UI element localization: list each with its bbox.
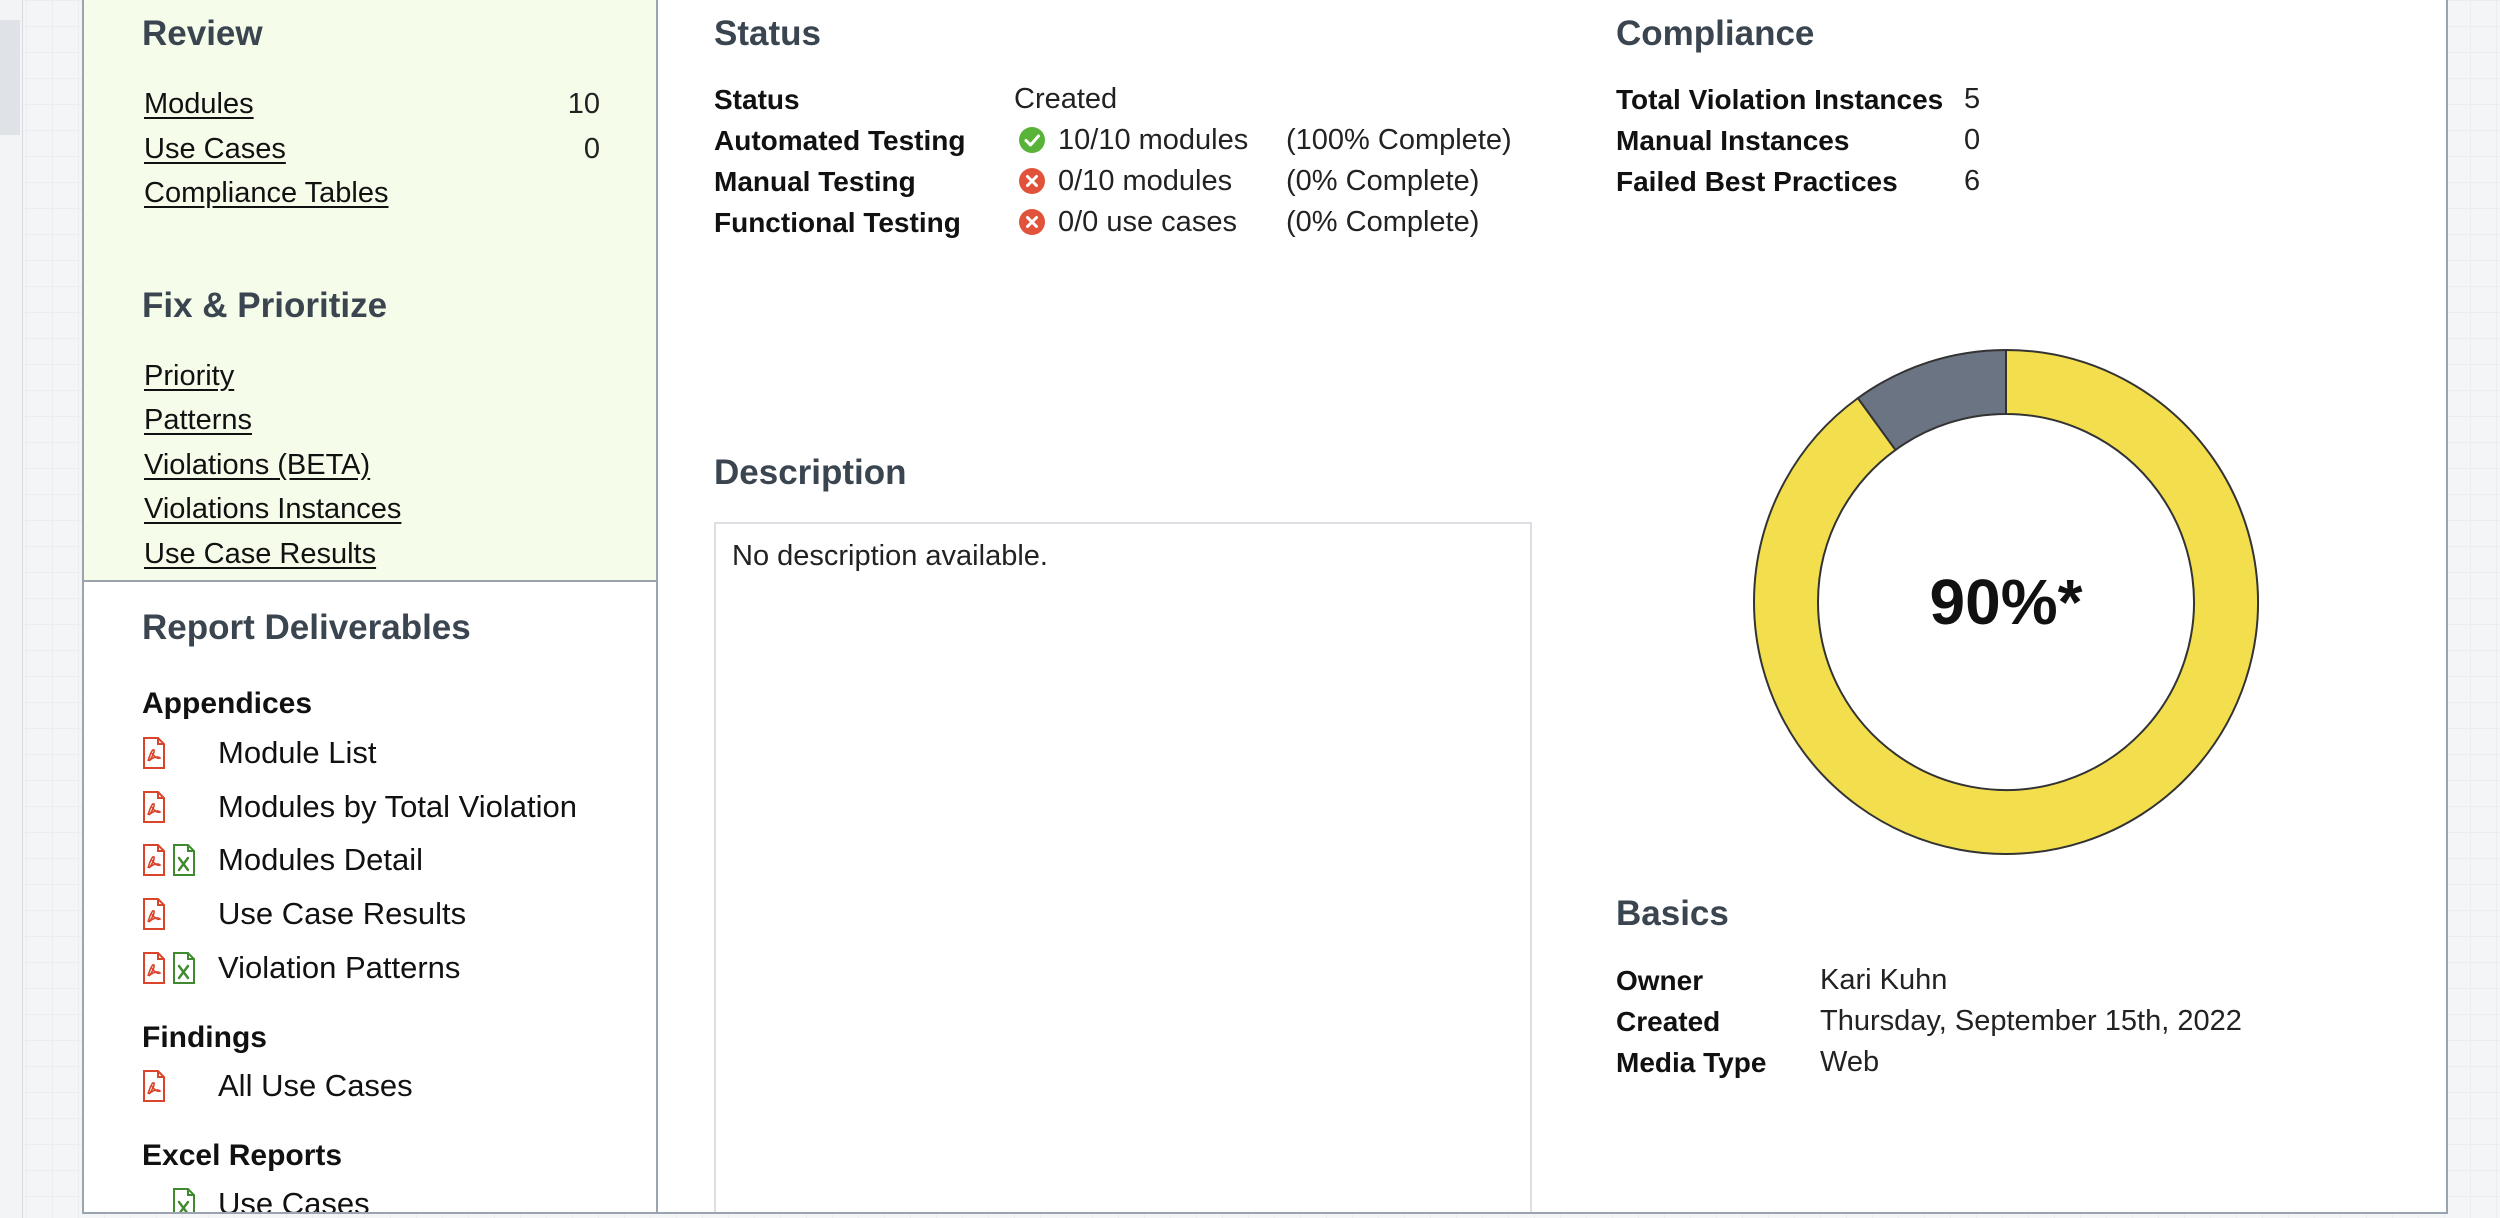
findings-heading: Findings [142,1021,267,1054]
appendix-label: Violation Patterns [218,950,461,985]
owner-label: Owner [1616,965,1704,996]
manual-testing-label: Manual Testing [714,166,916,197]
compliance-heading: Compliance [1616,14,1815,53]
excel-icon[interactable] [172,844,196,876]
status-label: Status [714,84,800,115]
excel-reports-heading: Excel Reports [142,1139,343,1172]
description-text: No description available. [732,540,1048,572]
functional-testing-label: Functional Testing [714,207,961,238]
functional-testing-value: 0/0 use cases [1058,206,1237,238]
description-box: No description available. [714,522,1532,1212]
automated-testing-value: 10/10 modules [1058,124,1249,156]
x-circle-icon [1018,167,1046,195]
failed-best-practices-value: 6 [1964,165,1981,197]
sidebar-link-priority[interactable]: Priority [144,360,234,393]
check-circle-icon [1018,126,1046,154]
pdf-icon[interactable] [142,898,166,930]
excel-report-label: Use Cases [218,1186,370,1214]
manual-instances-label: Manual Instances [1616,125,1850,156]
fix-prioritize-heading: Fix & Prioritize [142,286,388,325]
outer-scrollbar[interactable] [0,0,23,1218]
sidebar-navigation: Review Modules 10 Use Cases 0 Compliance… [84,0,656,582]
pdf-icon[interactable] [142,1070,166,1102]
appendix-label: Modules Detail [218,842,424,877]
pdf-icon[interactable] [142,844,166,876]
manual-testing-value: 0/10 modules [1058,165,1233,197]
report-panel: Review Modules 10 Use Cases 0 Compliance… [82,0,2448,1214]
automated-testing-percent: (100% Complete) [1286,124,1512,156]
automated-testing-label: Automated Testing [714,125,966,156]
functional-testing-percent: (0% Complete) [1286,206,1480,238]
status-value: Created [1014,83,1118,115]
modules-count: 10 [567,88,600,120]
media-type-label: Media Type [1616,1047,1767,1078]
manual-testing-percent: (0% Complete) [1286,165,1480,197]
excel-icon[interactable] [172,952,196,984]
donut-slice-compliant [1753,348,2259,855]
pdf-icon[interactable] [142,952,166,984]
appendices-heading: Appendices [142,687,313,720]
total-violation-instances-label: Total Violation Instances [1616,84,1944,115]
pdf-icon[interactable] [142,737,166,769]
sidebar-link-modules[interactable]: Modules [144,88,254,121]
appendix-label: Use Case Results [218,896,467,931]
sidebar: Review Modules 10 Use Cases 0 Compliance… [84,0,658,1212]
compliance-donut-chart: 90%* [1750,346,2262,858]
manual-instances-value: 0 [1964,124,1981,156]
report-deliverables-heading: Report Deliverables [142,608,471,647]
description-heading: Description [714,453,907,492]
basics-heading: Basics [1616,894,1729,933]
review-heading: Review [142,14,263,53]
status-heading: Status [714,14,821,53]
sidebar-link-compliance-tables[interactable]: Compliance Tables [144,177,389,210]
total-violation-instances-value: 5 [1964,83,1981,115]
findings-label: All Use Cases [218,1068,413,1103]
media-type-value: Web [1820,1046,1880,1078]
use-cases-count: 0 [583,133,600,165]
appendix-label: Modules by Total Violation [218,789,578,824]
pdf-icon[interactable] [142,791,166,823]
appendix-label: Module List [218,735,377,770]
excel-icon[interactable] [172,1188,196,1212]
sidebar-link-use-cases[interactable]: Use Cases [144,133,286,166]
owner-value: Kari Kuhn [1820,964,1948,996]
failed-best-practices-label: Failed Best Practices [1616,166,1898,197]
sidebar-link-patterns[interactable]: Patterns [144,404,252,437]
created-label: Created [1616,1006,1721,1037]
sidebar-link-use-case-results[interactable]: Use Case Results [144,538,376,571]
sidebar-link-violations-beta[interactable]: Violations (BETA) [144,449,370,482]
outer-scrollbar-thumb[interactable] [0,20,20,135]
created-value: Thursday, September 15th, 2022 [1820,1005,2242,1037]
x-circle-icon [1018,208,1046,236]
sidebar-link-violations-instances[interactable]: Violations Instances [144,493,401,526]
